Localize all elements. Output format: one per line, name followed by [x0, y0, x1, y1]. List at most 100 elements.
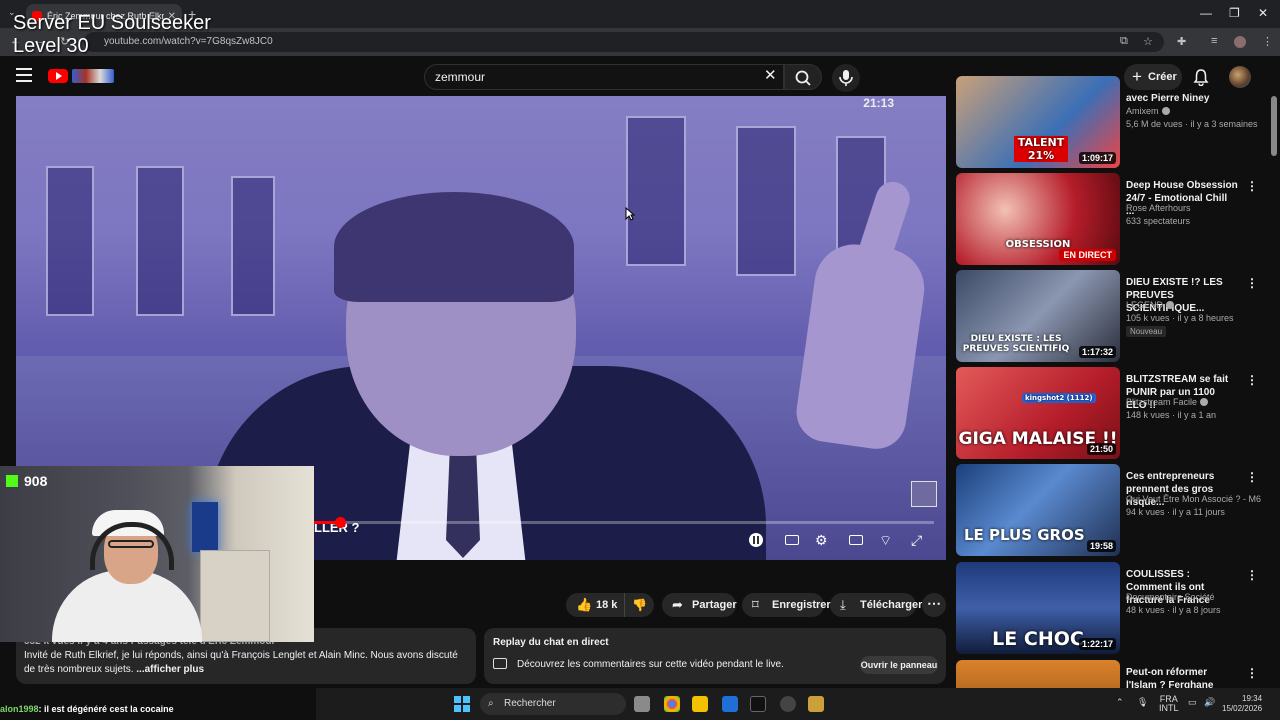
show-more-link[interactable]: ...afficher plus — [136, 664, 204, 675]
dislike-button[interactable]: 👎 — [624, 593, 654, 617]
recommendation-thumbnail[interactable]: TALENT 21% 1:09:17 — [956, 76, 1120, 168]
verified-icon — [1166, 301, 1175, 309]
windows-taskbar: ⌕ Rechercher ⌃ 🎙 FRA INTL ▭ 🔊 19:34 15/0… — [316, 688, 1280, 720]
recommendation-meta: 633 spectateurs — [1126, 216, 1191, 226]
recommendation-meta: 105 k vues · il y a 8 heures — [1126, 313, 1234, 323]
winamp-icon[interactable] — [808, 696, 824, 712]
taskbar-clock[interactable]: 19:34 15/02/2026 — [1222, 694, 1262, 714]
recommendation-thumbnail[interactable] — [956, 660, 1120, 688]
kebab-icon[interactable]: ⋮ — [1246, 179, 1258, 193]
x-app-icon[interactable] — [750, 696, 766, 712]
download-button[interactable]: ⤓ Télécharger — [830, 593, 922, 617]
cast-button[interactable]: ⌔ — [879, 532, 897, 548]
mouse-cursor-icon — [625, 207, 635, 221]
recommendation-channel: Amixem — [1126, 106, 1170, 116]
url-field[interactable]: youtube.com/watch?v=7G8qsZw8JC0 — [84, 32, 1164, 52]
task-view-icon[interactable] — [634, 696, 650, 712]
kebab-icon[interactable]: ⋮ — [1246, 276, 1258, 290]
youtube-logo-icon[interactable] — [48, 69, 68, 83]
thumbnail-overlay-text: DIEU EXISTE : LES PREUVES SCIENTIFIQ — [962, 334, 1070, 354]
obs-icon[interactable] — [780, 696, 796, 712]
file-explorer-icon[interactable] — [692, 696, 708, 712]
building-window — [46, 166, 94, 316]
taskbar-search[interactable]: ⌕ Rechercher — [480, 693, 626, 715]
recommendation-item[interactable]: kingshot2 (1112) GIGA MALAISE !! 21:50 B… — [956, 367, 1266, 459]
recommendation-channel: LEGEND — [1126, 300, 1175, 310]
close-window-icon[interactable]: ✕ — [1258, 6, 1268, 20]
recommendation-item[interactable]: TALENT 21% 1:09:17 avec Pierre Niney Ami… — [956, 76, 1266, 168]
clock-time: 19:34 — [1242, 694, 1263, 703]
minimize-icon[interactable]: — — [1200, 6, 1212, 20]
like-count: 18 k — [596, 599, 618, 611]
bell-icon[interactable] — [1193, 68, 1209, 86]
volume-tray-icon[interactable]: 🔊 — [1204, 698, 1215, 707]
create-label: Créer — [1148, 71, 1177, 83]
miniplayer-icon — [849, 535, 863, 545]
more-actions-button[interactable]: ⋯ — [922, 593, 946, 617]
save-button[interactable]: ⌑ Enregistrer — [742, 593, 831, 617]
extensions-icon[interactable]: ✚ — [1177, 35, 1186, 48]
install-app-icon[interactable]: ⧉ — [1120, 35, 1128, 48]
subtitles-button[interactable] — [783, 532, 801, 548]
chat-icon — [493, 658, 507, 669]
duration-badge: 21:50 — [1086, 443, 1116, 455]
reading-list-icon[interactable]: ≡ — [1211, 35, 1217, 47]
account-avatar[interactable] — [1229, 66, 1251, 88]
kebab-icon[interactable]: ⋮ — [1246, 373, 1258, 387]
fullscreen-button[interactable]: ⤢ — [911, 532, 929, 548]
kebab-icon[interactable]: ⋮ — [1246, 470, 1258, 484]
recommendation-item[interactable]: LE PLUS GROS 19:58 Ces entrepreneurs pre… — [956, 464, 1266, 556]
recommendation-item[interactable]: OBSESSION EN DIRECT Deep House Obsession… — [956, 173, 1266, 265]
kebab-icon[interactable]: ⋮ — [1246, 568, 1258, 582]
recommendation-thumbnail[interactable]: DIEU EXISTE : LES PREUVES SCIENTIFIQ 1:1… — [956, 270, 1120, 362]
search-input-value: zemmour — [435, 70, 486, 84]
building-window — [231, 176, 275, 316]
open-chat-panel-button[interactable]: Ouvrir le panneau — [860, 656, 938, 674]
create-button[interactable]: + Créer — [1124, 64, 1182, 90]
menu-icon[interactable] — [16, 68, 32, 82]
recommendation-thumbnail[interactable]: OBSESSION EN DIRECT — [956, 173, 1120, 265]
scrollbar-thumb[interactable] — [1271, 96, 1277, 156]
building-window — [626, 116, 686, 266]
chrome-icon[interactable] — [664, 696, 680, 712]
inset-video-thumbnail — [911, 481, 937, 507]
miniplayer-button[interactable] — [847, 532, 865, 548]
duration-badge: 1:09:17 — [1078, 152, 1116, 164]
recommendation-thumbnail[interactable]: LE CHOC 1:22:17 — [956, 562, 1120, 654]
profile-avatar-icon[interactable] — [1234, 36, 1246, 48]
kebab-icon[interactable]: ⋮ — [1246, 666, 1258, 680]
search-button[interactable] — [784, 64, 822, 90]
recommendation-thumbnail[interactable]: LE PLUS GROS 19:58 — [956, 464, 1120, 556]
voice-search-button[interactable] — [832, 64, 860, 92]
like-button[interactable]: 👍 18 k — [566, 593, 624, 617]
tray-overflow-icon[interactable]: ⌃ — [1116, 698, 1124, 707]
kick-count: 908 — [24, 473, 48, 489]
thumbnail-overlay-text: TALENT 21% — [1014, 136, 1068, 162]
bookmark-star-icon[interactable]: ☆ — [1143, 35, 1153, 48]
language-indicator[interactable]: FRA INTL — [1159, 695, 1179, 713]
restore-icon[interactable]: ❐ — [1229, 6, 1240, 20]
search-input[interactable]: zemmour — [424, 64, 784, 90]
pause-button[interactable] — [747, 532, 765, 548]
youtube-doodle-logo[interactable] — [72, 69, 114, 83]
display-tray-icon[interactable]: ▭ — [1188, 698, 1197, 707]
share-icon: ➦ — [672, 597, 683, 612]
taskbar-search-icon: ⌕ — [488, 698, 494, 709]
windows-start-icon[interactable] — [454, 696, 470, 712]
recommendation-item[interactable]: DIEU EXISTE : LES PREUVES SCIENTIFIQ 1:1… — [956, 270, 1266, 362]
building-window — [736, 126, 796, 276]
share-button[interactable]: ➦ Partager — [662, 593, 737, 617]
chat-replay-title: Replay du chat en direct — [493, 637, 609, 648]
settings-button[interactable]: ⚙ — [815, 532, 833, 548]
page-scrollbar[interactable] — [1271, 96, 1277, 686]
chrome-menu-icon[interactable]: ⋮ — [1262, 35, 1273, 48]
recommendation-item[interactable]: LE CHOC 1:22:17 COULISSES : Comment ils … — [956, 562, 1266, 654]
recommendation-thumbnail[interactable]: kingshot2 (1112) GIGA MALAISE !! 21:50 — [956, 367, 1120, 459]
recommendation-item[interactable]: Peut-on réformer l'Islam ? Ferghane Azih… — [956, 660, 1266, 688]
recommendation-channel: Blitzstream Facile — [1126, 397, 1209, 407]
microphone-tray-icon[interactable]: 🎙 — [1137, 698, 1148, 707]
edge-icon[interactable] — [722, 696, 738, 712]
scrubber-handle[interactable] — [334, 517, 346, 528]
clear-search-icon[interactable]: ✕ — [764, 68, 777, 84]
subtitles-icon — [785, 535, 799, 545]
